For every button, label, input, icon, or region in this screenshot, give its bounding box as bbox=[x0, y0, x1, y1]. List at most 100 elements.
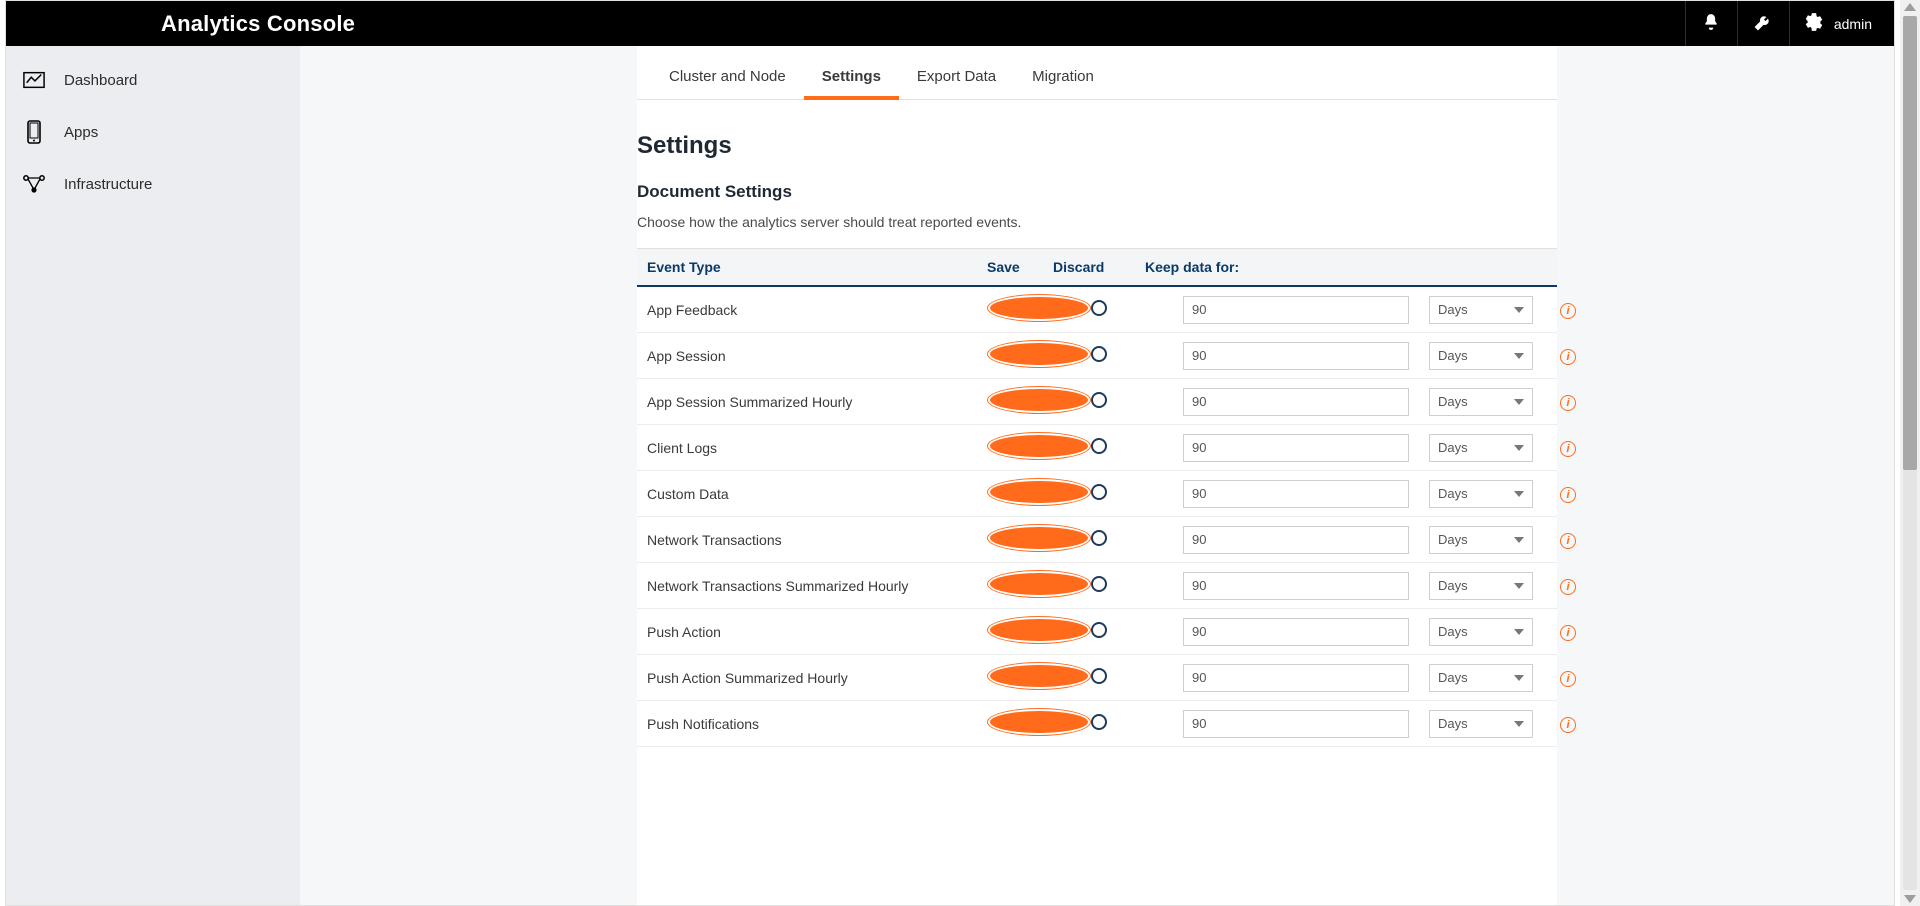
keep-value-input[interactable] bbox=[1183, 572, 1409, 600]
keep-value-input[interactable] bbox=[1183, 480, 1409, 508]
event-type-label: App Session bbox=[637, 348, 987, 364]
discard-radio[interactable] bbox=[1091, 714, 1107, 730]
table-row: App Session Summarized HourlyDaysi bbox=[637, 379, 1557, 425]
discard-radio[interactable] bbox=[1091, 622, 1107, 638]
unit-select[interactable]: Days bbox=[1429, 572, 1533, 600]
unit-select[interactable]: Days bbox=[1429, 480, 1533, 508]
tab-cluster-and-node[interactable]: Cluster and Node bbox=[651, 46, 804, 99]
info-icon[interactable]: i bbox=[1560, 579, 1576, 595]
unit-select-value: Days bbox=[1438, 440, 1468, 455]
infrastructure-icon bbox=[22, 172, 46, 196]
keep-value-input[interactable] bbox=[1183, 434, 1409, 462]
chevron-down-icon bbox=[1514, 445, 1524, 451]
unit-select[interactable]: Days bbox=[1429, 618, 1533, 646]
save-radio[interactable] bbox=[987, 570, 1091, 598]
table-row: Custom DataDaysi bbox=[637, 471, 1557, 517]
scroll-thumb[interactable] bbox=[1903, 16, 1917, 470]
save-radio[interactable] bbox=[987, 524, 1091, 552]
unit-select[interactable]: Days bbox=[1429, 664, 1533, 692]
discard-radio[interactable] bbox=[1091, 346, 1107, 362]
sidebar-item-infrastructure[interactable]: Infrastructure bbox=[6, 158, 300, 210]
user-name: admin bbox=[1834, 16, 1872, 32]
save-radio[interactable] bbox=[987, 478, 1091, 506]
unit-select[interactable]: Days bbox=[1429, 710, 1533, 738]
event-type-label: Push Action bbox=[637, 624, 987, 640]
keep-value-input[interactable] bbox=[1183, 526, 1409, 554]
sidebar-item-apps[interactable]: Apps bbox=[6, 106, 300, 158]
save-radio[interactable] bbox=[987, 432, 1091, 460]
unit-select[interactable]: Days bbox=[1429, 388, 1533, 416]
table-row: Push ActionDaysi bbox=[637, 609, 1557, 655]
info-icon[interactable]: i bbox=[1560, 303, 1576, 319]
col-keep: Keep data for: bbox=[1145, 259, 1391, 275]
tools-button[interactable] bbox=[1737, 1, 1789, 46]
col-event-type: Event Type bbox=[637, 259, 987, 275]
keep-value-input[interactable] bbox=[1183, 710, 1409, 738]
chevron-down-icon bbox=[1514, 537, 1524, 543]
discard-radio[interactable] bbox=[1091, 438, 1107, 454]
info-icon[interactable]: i bbox=[1560, 395, 1576, 411]
chevron-down-icon bbox=[1514, 583, 1524, 589]
chevron-down-icon bbox=[1514, 629, 1524, 635]
col-save: Save bbox=[987, 259, 1053, 275]
table-row: Push NotificationsDaysi bbox=[637, 701, 1557, 747]
keep-value-input[interactable] bbox=[1183, 388, 1409, 416]
chevron-down-icon bbox=[1514, 353, 1524, 359]
topbar: Analytics Console admin bbox=[6, 1, 1894, 46]
bell-icon bbox=[1702, 13, 1720, 34]
sidebar-item-label: Infrastructure bbox=[64, 176, 152, 193]
discard-radio[interactable] bbox=[1091, 392, 1107, 408]
discard-radio[interactable] bbox=[1091, 300, 1107, 316]
event-type-label: Push Notifications bbox=[637, 716, 987, 732]
unit-select[interactable]: Days bbox=[1429, 434, 1533, 462]
info-icon[interactable]: i bbox=[1560, 441, 1576, 457]
keep-value-input[interactable] bbox=[1183, 342, 1409, 370]
save-radio[interactable] bbox=[987, 386, 1091, 414]
discard-radio[interactable] bbox=[1091, 484, 1107, 500]
sidebar-item-label: Dashboard bbox=[64, 72, 137, 89]
save-radio[interactable] bbox=[987, 708, 1091, 736]
unit-select-value: Days bbox=[1438, 578, 1468, 593]
unit-select-value: Days bbox=[1438, 486, 1468, 501]
info-icon[interactable]: i bbox=[1560, 533, 1576, 549]
keep-value-input[interactable] bbox=[1183, 296, 1409, 324]
save-radio[interactable] bbox=[987, 294, 1091, 322]
info-icon[interactable]: i bbox=[1560, 671, 1576, 687]
save-radio[interactable] bbox=[987, 340, 1091, 368]
discard-radio[interactable] bbox=[1091, 530, 1107, 546]
tab-migration[interactable]: Migration bbox=[1014, 46, 1112, 99]
main: Cluster and Node Settings Export Data Mi… bbox=[300, 46, 1894, 905]
phone-icon bbox=[22, 120, 46, 144]
unit-select[interactable]: Days bbox=[1429, 296, 1533, 324]
scroll-track[interactable] bbox=[1903, 16, 1917, 890]
keep-value-input[interactable] bbox=[1183, 618, 1409, 646]
keep-value-input[interactable] bbox=[1183, 664, 1409, 692]
unit-select-value: Days bbox=[1438, 670, 1468, 685]
chevron-down-icon bbox=[1514, 721, 1524, 727]
info-icon[interactable]: i bbox=[1560, 349, 1576, 365]
sidebar-item-dashboard[interactable]: Dashboard bbox=[6, 54, 300, 106]
chevron-down-icon bbox=[1514, 491, 1524, 497]
unit-select[interactable]: Days bbox=[1429, 526, 1533, 554]
save-radio[interactable] bbox=[987, 616, 1091, 644]
unit-select[interactable]: Days bbox=[1429, 342, 1533, 370]
info-icon[interactable]: i bbox=[1560, 625, 1576, 641]
tab-export-data[interactable]: Export Data bbox=[899, 46, 1014, 99]
user-menu[interactable]: admin bbox=[1789, 1, 1894, 46]
scroll-up-icon[interactable] bbox=[1904, 3, 1916, 11]
tab-settings[interactable]: Settings bbox=[804, 46, 899, 99]
page-scrollbar[interactable] bbox=[1900, 0, 1920, 906]
event-type-label: Network Transactions bbox=[637, 532, 987, 548]
info-icon[interactable]: i bbox=[1560, 487, 1576, 503]
scroll-down-icon[interactable] bbox=[1904, 895, 1916, 903]
settings-table: Event Type Save Discard Keep data for: A… bbox=[637, 248, 1557, 747]
discard-radio[interactable] bbox=[1091, 576, 1107, 592]
save-radio[interactable] bbox=[987, 662, 1091, 690]
unit-select-value: Days bbox=[1438, 394, 1468, 409]
discard-radio[interactable] bbox=[1091, 668, 1107, 684]
bell-button[interactable] bbox=[1685, 1, 1737, 46]
table-row: App FeedbackDaysi bbox=[637, 287, 1557, 333]
info-icon[interactable]: i bbox=[1560, 717, 1576, 733]
event-type-label: Push Action Summarized Hourly bbox=[637, 670, 987, 686]
table-row: Push Action Summarized HourlyDaysi bbox=[637, 655, 1557, 701]
